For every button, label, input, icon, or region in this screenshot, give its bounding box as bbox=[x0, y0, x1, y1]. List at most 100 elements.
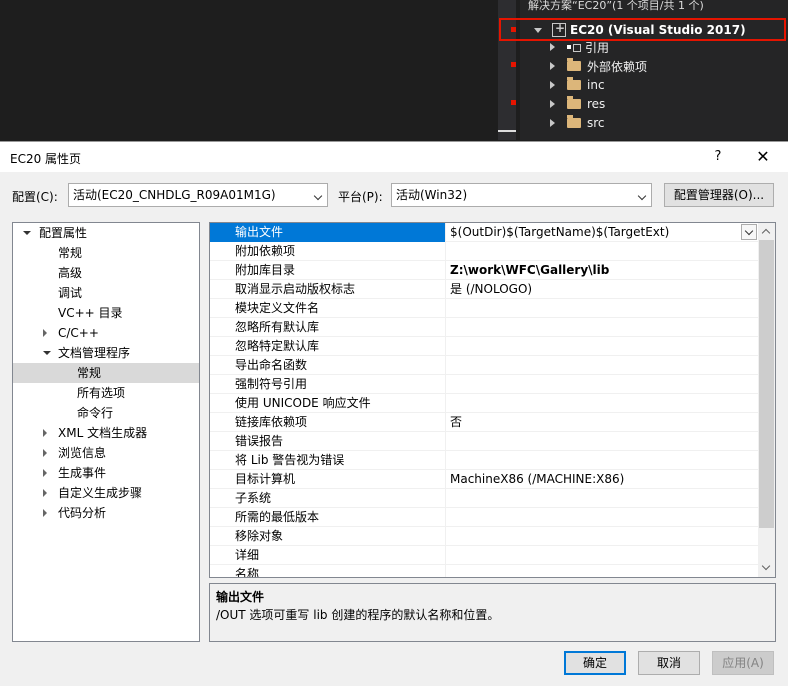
property-row[interactable]: 详细 bbox=[210, 546, 759, 565]
property-category-tree: 配置属性 常规 高级 调试 VC++ 目录 C/C++ 文档管理程序 常规 所有选项 命令行 XML… bbox=[12, 222, 200, 642]
configuration-manager-button[interactable]: 配置管理器(O)... bbox=[664, 183, 774, 207]
property-name: 名称 bbox=[210, 565, 446, 577]
tree-item-external-deps[interactable]: 外部依赖项 bbox=[550, 57, 647, 75]
close-button[interactable]: ✕ bbox=[750, 144, 776, 170]
tree-item-label: VC++ 目录 bbox=[58, 306, 123, 320]
scrollbar-thumb[interactable] bbox=[759, 240, 774, 528]
property-value[interactable] bbox=[447, 489, 759, 508]
platform-select[interactable]: 活动(Win32) bbox=[391, 183, 652, 207]
property-row[interactable]: 导出命名函数 bbox=[210, 356, 759, 375]
tree-item[interactable]: 代码分析 bbox=[13, 503, 199, 523]
scroll-up-icon[interactable] bbox=[758, 223, 775, 240]
tree-item[interactable]: 常规 bbox=[13, 363, 199, 383]
expand-right-icon[interactable] bbox=[550, 81, 555, 89]
property-row[interactable]: 附加依赖项 bbox=[210, 242, 759, 261]
property-grid-scrollbar[interactable] bbox=[758, 223, 775, 577]
property-row[interactable]: 输出文件 $(OutDir)$(TargetName)$(TargetExt) bbox=[210, 223, 759, 242]
property-row[interactable]: 取消显示启动版权标志是 (/NOLOGO) bbox=[210, 280, 759, 299]
solution-node[interactable]: 解决方案“EC20”(1 个项目/共 1 个) bbox=[528, 0, 704, 12]
tree-item[interactable]: VC++ 目录 bbox=[13, 303, 199, 323]
property-value[interactable] bbox=[447, 337, 759, 356]
expand-right-icon[interactable] bbox=[550, 100, 555, 108]
expand-right-icon[interactable] bbox=[43, 489, 47, 497]
property-name: 附加库目录 bbox=[210, 261, 446, 280]
expand-right-icon[interactable] bbox=[43, 449, 47, 457]
expand-right-icon[interactable] bbox=[43, 469, 47, 477]
expand-right-icon[interactable] bbox=[43, 509, 47, 517]
property-pages-dialog: EC20 属性页 ? ✕ 配置(C): 活动(EC20_CNHDLG_R09A0… bbox=[0, 141, 788, 686]
property-row[interactable]: 名称 bbox=[210, 565, 759, 577]
property-value[interactable] bbox=[447, 527, 759, 546]
tree-item[interactable]: 常规 bbox=[13, 243, 199, 263]
tree-item[interactable]: 生成事件 bbox=[13, 463, 199, 483]
tree-item[interactable]: 自定义生成步骤 bbox=[13, 483, 199, 503]
property-row[interactable]: 使用 UNICODE 响应文件 bbox=[210, 394, 759, 413]
tree-item[interactable]: 高级 bbox=[13, 263, 199, 283]
expand-right-icon[interactable] bbox=[550, 43, 555, 51]
tree-item-references[interactable]: 引用 bbox=[550, 38, 609, 56]
property-row[interactable]: 所需的最低版本 bbox=[210, 508, 759, 527]
expand-right-icon[interactable] bbox=[550, 119, 555, 127]
property-row[interactable]: 目标计算机 MachineX86 (/MACHINE:X86) bbox=[210, 470, 759, 489]
property-value[interactable]: MachineX86 (/MACHINE:X86) bbox=[447, 470, 759, 489]
dialog-titlebar[interactable]: EC20 属性页 ? ✕ bbox=[0, 142, 788, 172]
property-value[interactable] bbox=[447, 546, 759, 565]
chevron-down-icon[interactable] bbox=[741, 224, 757, 240]
property-row[interactable]: 忽略特定默认库 bbox=[210, 337, 759, 356]
property-value[interactable]: $(OutDir)$(TargetName)$(TargetExt) bbox=[447, 223, 759, 242]
tree-item-res[interactable]: res bbox=[550, 95, 605, 113]
folder-icon bbox=[567, 115, 581, 128]
tree-item-src[interactable]: src bbox=[550, 114, 605, 132]
tree-item[interactable]: 调试 bbox=[13, 283, 199, 303]
breakpoint-marker bbox=[511, 100, 516, 105]
expand-right-icon[interactable] bbox=[43, 329, 47, 337]
property-value[interactable] bbox=[447, 565, 759, 577]
property-value[interactable]: 否 bbox=[447, 413, 759, 432]
apply-button[interactable]: 应用(A) bbox=[712, 651, 774, 675]
tree-item[interactable]: 文档管理程序 bbox=[13, 343, 199, 363]
property-value[interactable] bbox=[447, 318, 759, 337]
expand-down-icon[interactable] bbox=[43, 351, 51, 355]
expand-right-icon[interactable] bbox=[550, 62, 555, 70]
expand-right-icon[interactable] bbox=[43, 429, 47, 437]
property-value[interactable] bbox=[447, 356, 759, 375]
property-value[interactable] bbox=[447, 299, 759, 318]
tree-item-inc[interactable]: inc bbox=[550, 76, 605, 94]
expand-down-icon[interactable] bbox=[23, 231, 31, 235]
expand-down-icon[interactable] bbox=[534, 27, 542, 33]
property-row[interactable]: 附加库目录 Z:\work\WFC\Gallery\lib bbox=[210, 261, 759, 280]
property-row[interactable]: 模块定义文件名 bbox=[210, 299, 759, 318]
scroll-down-icon[interactable] bbox=[758, 560, 775, 577]
project-node[interactable]: EC20 (Visual Studio 2017) bbox=[534, 21, 746, 39]
folder-icon bbox=[567, 77, 581, 90]
ok-button[interactable]: 确定 bbox=[564, 651, 626, 675]
property-value[interactable]: Z:\work\WFC\Gallery\lib bbox=[447, 261, 759, 280]
property-name: 强制符号引用 bbox=[210, 375, 446, 394]
tree-item[interactable]: 所有选项 bbox=[13, 383, 199, 403]
help-button[interactable]: ? bbox=[705, 144, 731, 170]
property-value[interactable] bbox=[447, 394, 759, 413]
property-row[interactable]: 忽略所有默认库 bbox=[210, 318, 759, 337]
tree-item[interactable]: C/C++ bbox=[13, 323, 199, 343]
configuration-select[interactable]: 活动(EC20_CNHDLG_R09A01M1G) bbox=[68, 183, 328, 207]
property-value[interactable] bbox=[447, 451, 759, 470]
property-name: 导出命名函数 bbox=[210, 356, 446, 375]
tree-item[interactable]: 配置属性 bbox=[13, 223, 199, 243]
property-row[interactable]: 链接库依赖项否 bbox=[210, 413, 759, 432]
tree-item[interactable]: XML 文档生成器 bbox=[13, 423, 199, 443]
property-value[interactable]: 是 (/NOLOGO) bbox=[447, 280, 759, 299]
cancel-button[interactable]: 取消 bbox=[638, 651, 700, 675]
property-row[interactable]: 将 Lib 警告视为错误 bbox=[210, 451, 759, 470]
cpp-project-icon bbox=[552, 21, 566, 37]
property-value[interactable] bbox=[447, 375, 759, 394]
property-value[interactable] bbox=[447, 432, 759, 451]
property-row[interactable]: 移除对象 bbox=[210, 527, 759, 546]
tree-item-label: src bbox=[587, 116, 605, 130]
tree-item[interactable]: 浏览信息 bbox=[13, 443, 199, 463]
property-row[interactable]: 错误报告 bbox=[210, 432, 759, 451]
tree-item[interactable]: 命令行 bbox=[13, 403, 199, 423]
property-row[interactable]: 子系统 bbox=[210, 489, 759, 508]
property-value[interactable] bbox=[447, 508, 759, 527]
property-row[interactable]: 强制符号引用 bbox=[210, 375, 759, 394]
property-value[interactable] bbox=[447, 242, 759, 261]
